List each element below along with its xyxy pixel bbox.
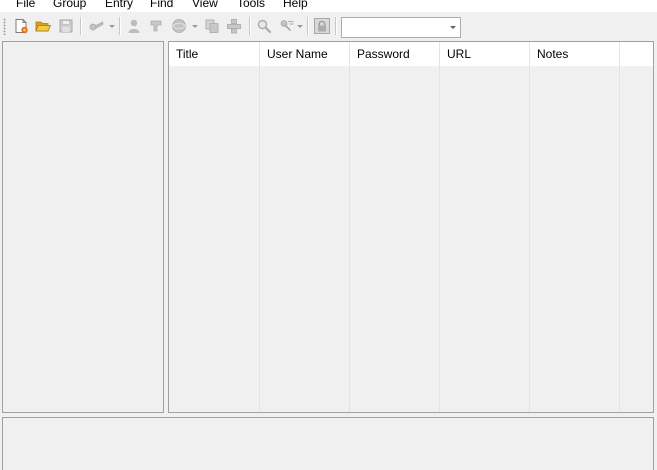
- column-header-password[interactable]: Password: [350, 42, 440, 66]
- open-url-button[interactable]: [169, 16, 189, 36]
- quick-find-input[interactable]: [344, 20, 444, 35]
- toolbar-grip[interactable]: [3, 18, 6, 35]
- show-entries-icon: [280, 20, 294, 31]
- open-database-button[interactable]: [33, 16, 53, 36]
- copy-password-icon: [150, 20, 162, 32]
- column-divider: [349, 66, 350, 412]
- toolbar-separator: [307, 17, 309, 35]
- autotype-button[interactable]: [224, 16, 244, 36]
- menu-find[interactable]: Find: [149, 0, 174, 11]
- copy-username-icon: [128, 19, 140, 33]
- add-entry-icon: [89, 21, 104, 31]
- lock-workspace-button[interactable]: [312, 16, 332, 36]
- toolbar-separator: [249, 17, 251, 35]
- find-icon: [257, 19, 272, 34]
- copy-username-button[interactable]: [124, 16, 144, 36]
- entry-detail-pane: [2, 417, 654, 470]
- new-database-icon: [15, 19, 28, 34]
- show-entries-dropdown-arrow[interactable]: [297, 25, 303, 28]
- lock-workspace-icon: [314, 18, 330, 34]
- save-icon: [59, 19, 73, 33]
- new-database-button[interactable]: [11, 16, 31, 36]
- entry-list-header: Title User Name Password URL Notes: [169, 42, 653, 66]
- column-divider: [529, 66, 530, 412]
- chevron-down-icon[interactable]: [450, 26, 456, 29]
- toolbar: [0, 12, 657, 40]
- menu-tools[interactable]: Tools: [236, 0, 266, 11]
- column-header-notes[interactable]: Notes: [530, 42, 620, 66]
- copy-entry-button[interactable]: [202, 16, 222, 36]
- copy-entry-icon: [205, 19, 219, 33]
- entry-list[interactable]: Title User Name Password URL Notes: [168, 41, 654, 413]
- menu-entry[interactable]: Entry: [104, 0, 134, 11]
- menu-view[interactable]: View: [191, 0, 219, 11]
- column-header-title[interactable]: Title: [169, 42, 260, 66]
- menu-group[interactable]: Group: [52, 0, 87, 11]
- add-entry-button[interactable]: [86, 16, 106, 36]
- show-entries-button[interactable]: [277, 16, 297, 36]
- column-divider: [439, 66, 440, 412]
- menu-help[interactable]: Help: [282, 0, 309, 11]
- toolbar-separator: [80, 17, 82, 35]
- copy-password-button[interactable]: [146, 16, 166, 36]
- open-url-dropdown-arrow[interactable]: [192, 25, 198, 28]
- add-entry-dropdown-arrow[interactable]: [109, 25, 115, 28]
- column-header-url[interactable]: URL: [440, 42, 530, 66]
- toolbar-separator: [335, 17, 337, 35]
- column-header-username[interactable]: User Name: [260, 42, 350, 66]
- save-button[interactable]: [56, 16, 76, 36]
- open-url-icon: [172, 19, 186, 33]
- menu-bar: File Group Entry Find View Tools Help: [0, 0, 657, 12]
- toolbar-separator: [119, 17, 121, 35]
- open-folder-icon: [35, 21, 51, 32]
- group-tree[interactable]: [2, 41, 164, 413]
- column-divider: [619, 66, 620, 412]
- quick-find-combobox[interactable]: [341, 17, 461, 38]
- column-divider: [259, 66, 260, 412]
- autotype-icon: [227, 19, 241, 34]
- find-button[interactable]: [254, 16, 274, 36]
- menu-file[interactable]: File: [15, 0, 36, 11]
